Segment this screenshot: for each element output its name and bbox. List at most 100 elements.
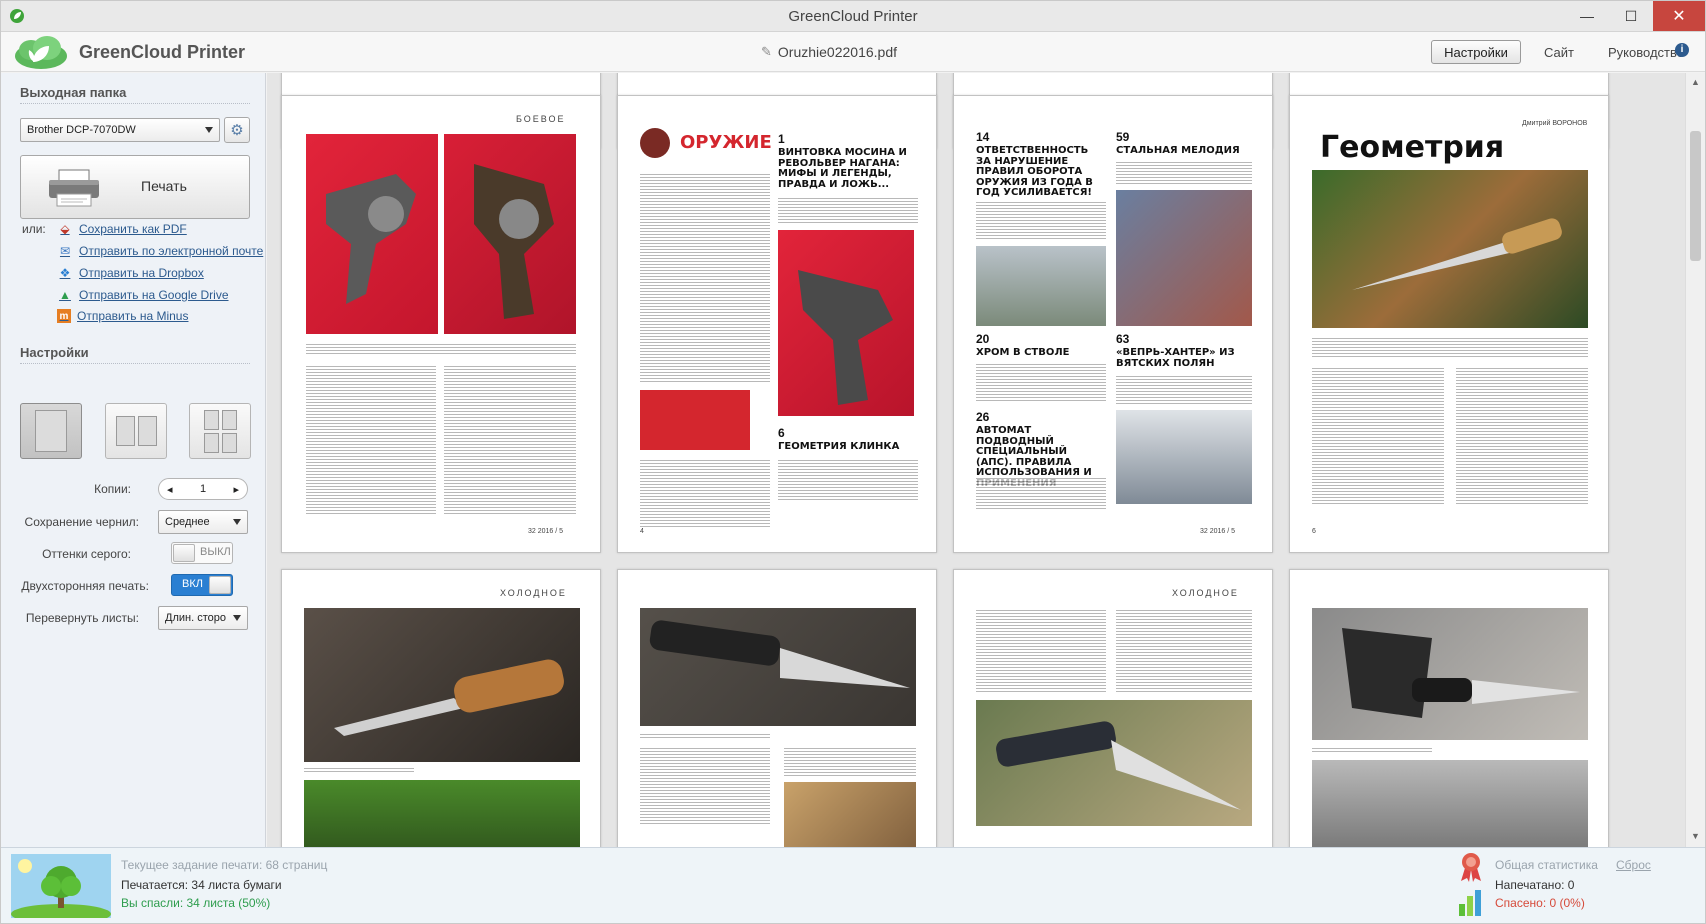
settings-title: Настройки bbox=[20, 345, 89, 360]
grayscale-label: Оттенки серого: bbox=[42, 547, 131, 561]
decrement-icon[interactable]: ◂ bbox=[167, 483, 173, 496]
flip-sheets-value: Длин. сторо bbox=[165, 612, 226, 624]
revolver-photo bbox=[444, 134, 576, 334]
send-email-link[interactable]: ✉ Отправить по электронной почте bbox=[57, 243, 263, 259]
body-text bbox=[1312, 366, 1444, 506]
pencil-icon: ✎ bbox=[761, 44, 772, 59]
site-link[interactable]: Сайт bbox=[1544, 45, 1574, 60]
settings-button[interactable]: Настройки bbox=[1431, 40, 1521, 64]
page-footer: 6 bbox=[1312, 528, 1316, 535]
rifle-photo bbox=[1116, 410, 1252, 504]
chevron-down-icon bbox=[233, 519, 241, 525]
minus-icon: m bbox=[57, 309, 71, 323]
page-glyph bbox=[138, 416, 157, 446]
article-headline: ГЕОМЕТРИЯ КЛИНКА bbox=[778, 441, 900, 452]
chevron-down-icon bbox=[233, 615, 241, 621]
print-button[interactable]: Печать bbox=[20, 155, 250, 219]
pdf-icon: ⬙ bbox=[60, 222, 70, 236]
caption-text bbox=[640, 732, 770, 738]
imprint-text bbox=[640, 172, 770, 382]
chevron-down-icon bbox=[205, 127, 213, 133]
magazine-masthead: ОРУЖИЕ bbox=[680, 132, 772, 153]
page-thumbnail[interactable]: ХОЛОДНОЕ bbox=[953, 569, 1273, 847]
article-number: 20 bbox=[976, 332, 990, 346]
scroll-up-icon[interactable]: ▲ bbox=[1691, 77, 1700, 87]
page-glyph bbox=[204, 410, 219, 430]
page-glyph bbox=[222, 433, 237, 453]
minimize-button[interactable]: — bbox=[1565, 1, 1609, 31]
page-thumbnail[interactable]: ХОЛОДНОЕ bbox=[281, 569, 601, 847]
body-text bbox=[778, 458, 918, 500]
toggle-knob bbox=[173, 544, 195, 562]
info-icon[interactable]: i bbox=[1675, 43, 1689, 57]
grayscale-toggle[interactable]: ВЫКЛ bbox=[171, 542, 233, 564]
article-headline: «ВЕПРЬ-ХАНТЕР» ИЗ ВЯТСКИХ ПОЛЯН bbox=[1116, 347, 1235, 369]
send-google-drive-link[interactable]: ▲ Отправить на Google Drive bbox=[57, 287, 228, 303]
page-glyph bbox=[222, 410, 237, 430]
saved-total: Спасено: 0 (0%) bbox=[1495, 896, 1585, 910]
article-headline: ОТВЕТСТВЕННОСТЬ ЗА НАРУШЕНИЕ ПРАВИЛ ОБОР… bbox=[976, 145, 1093, 198]
body-text bbox=[778, 196, 918, 224]
save-as-pdf-label: Сохранить как PDF bbox=[79, 222, 187, 236]
body-text bbox=[306, 364, 436, 514]
app-header: GreenCloud Printer ✎ Oruzhie022016.pdf Н… bbox=[1, 32, 1705, 72]
send-minus-link[interactable]: m Отправить на Minus bbox=[57, 309, 188, 323]
page-thumbnail[interactable]: 14 ОТВЕТСТВЕННОСТЬ ЗА НАРУШЕНИЕ ПРАВИЛ О… bbox=[953, 95, 1273, 553]
grayscale-state: ВЫКЛ bbox=[200, 546, 231, 558]
printed-total: Напечатано: 0 bbox=[1495, 878, 1575, 892]
layout-single-page-button[interactable] bbox=[20, 403, 82, 459]
bar-chart-icon bbox=[1459, 890, 1481, 916]
subscription-box bbox=[640, 390, 750, 450]
send-dropbox-label: Отправить на Dropbox bbox=[79, 266, 204, 280]
duplex-toggle[interactable]: ВКЛ bbox=[171, 574, 233, 596]
page-thumbnail[interactable] bbox=[1289, 569, 1609, 847]
ink-saving-value: Среднее bbox=[165, 516, 210, 528]
send-minus-label: Отправить на Minus bbox=[77, 309, 189, 323]
dropbox-icon: ❖ bbox=[59, 266, 71, 280]
send-dropbox-link[interactable]: ❖ Отправить на Dropbox bbox=[57, 265, 204, 281]
duplex-label: Двухсторонняя печать: bbox=[21, 579, 149, 593]
flip-sheets-select[interactable]: Длин. сторо bbox=[158, 606, 248, 630]
email-icon: ✉ bbox=[59, 244, 71, 258]
document-filename: ✎ Oruzhie022016.pdf bbox=[761, 44, 897, 60]
or-label: или: bbox=[22, 222, 46, 236]
printer-settings-button[interactable]: ⚙ bbox=[224, 117, 250, 143]
maximize-button[interactable]: ☐ bbox=[1609, 1, 1653, 31]
tree-illustration-icon bbox=[11, 854, 111, 918]
layout-two-pages-button[interactable] bbox=[105, 403, 167, 459]
close-button[interactable]: ✕ bbox=[1653, 1, 1705, 31]
caption-text bbox=[306, 342, 576, 356]
window-controls: — ☐ ✕ bbox=[1565, 1, 1705, 31]
guide-link[interactable]: Руководство bbox=[1608, 45, 1684, 60]
section-mark: БОЕВОЕ bbox=[516, 114, 566, 124]
page-footer: 32 2016 / 5 bbox=[1200, 528, 1236, 535]
send-email-label: Отправить по электронной почте bbox=[79, 244, 264, 258]
gear-icon: ⚙ bbox=[230, 122, 244, 139]
article-number: 14 bbox=[976, 130, 990, 144]
author-name: Дмитрий ВОРОНОВ bbox=[1522, 120, 1588, 127]
filename-text: Oruzhie022016.pdf bbox=[777, 44, 897, 60]
reset-link[interactable]: Сброс bbox=[1616, 858, 1651, 872]
stats-title: Общая статистика bbox=[1495, 858, 1598, 872]
save-as-pdf-link[interactable]: ⬙ Сохранить как PDF bbox=[57, 221, 187, 237]
page-thumbnail[interactable]: БОЕВОЕ 32 2016 / 5 bbox=[281, 95, 601, 553]
print-preview-area[interactable]: БОЕВОЕ 32 2016 / 5 ОРУЖИЕ 1 ВИНТОВКА МОС… bbox=[267, 73, 1685, 847]
scrollbar-thumb[interactable] bbox=[1690, 131, 1701, 261]
page-thumbnail[interactable]: ОРУЖИЕ 1 ВИНТОВКА МОСИНА И РЕВОЛЬВЕР НАГ… bbox=[617, 95, 937, 553]
copies-label: Копии: bbox=[94, 482, 131, 496]
increment-icon[interactable]: ▸ bbox=[233, 483, 239, 496]
knife-photo bbox=[784, 782, 916, 847]
page-thumbnail[interactable]: Дмитрий ВОРОНОВ Геометрия клинка 6 bbox=[1289, 95, 1609, 553]
ink-saving-select[interactable]: Среднее bbox=[158, 510, 248, 534]
preview-scrollbar[interactable]: ▲ ▼ bbox=[1685, 73, 1705, 847]
scroll-down-icon[interactable]: ▼ bbox=[1691, 831, 1700, 841]
page-thumbnail[interactable] bbox=[617, 569, 937, 847]
layout-four-pages-button[interactable] bbox=[189, 403, 251, 459]
copies-stepper[interactable]: ◂ 1 ▸ bbox=[158, 478, 248, 500]
printer-select[interactable]: Brother DCP-7070DW bbox=[20, 118, 220, 142]
page-glyph bbox=[204, 433, 219, 453]
page-glyph bbox=[116, 416, 135, 446]
page-footer: 4 bbox=[640, 528, 644, 535]
knife-in-hands-photo bbox=[1312, 170, 1588, 328]
ink-saving-label: Сохранение чернил: bbox=[24, 515, 139, 529]
